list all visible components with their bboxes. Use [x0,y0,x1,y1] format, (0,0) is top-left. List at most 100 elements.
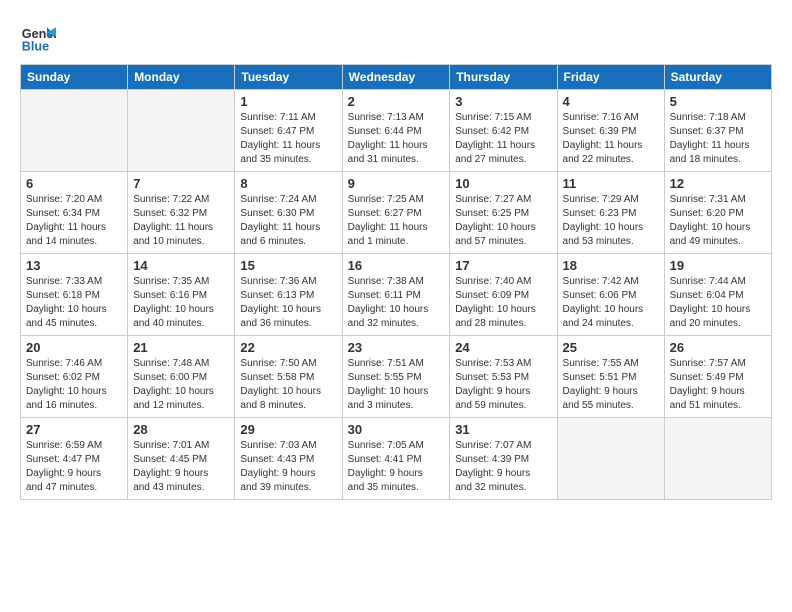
calendar-day: 2 Sunrise: 7:13 AMSunset: 6:44 PMDaylight… [342,90,450,172]
day-info: Sunrise: 7:53 AMSunset: 5:53 PMDaylight:… [455,357,551,413]
calendar-week-row: 1 Sunrise: 7:11 AMSunset: 6:47 PMDaylight… [21,90,772,172]
weekday-header: Saturday [664,65,771,90]
day-info: Sunrise: 7:35 AMSunset: 6:16 PMDaylight:… [133,275,229,331]
day-number: 30 [348,422,445,437]
day-number: 17 [455,258,551,273]
day-info: Sunrise: 7:38 AMSunset: 6:11 PMDaylight:… [348,275,445,331]
day-number: 3 [455,94,551,109]
calendar-day: 17 Sunrise: 7:40 AMSunset: 6:09 PMDayligh… [450,254,557,336]
day-number: 31 [455,422,551,437]
weekday-header: Sunday [21,65,128,90]
calendar-week-row: 13 Sunrise: 7:33 AMSunset: 6:18 PMDayligh… [21,254,772,336]
weekday-header-row: SundayMondayTuesdayWednesdayThursdayFrid… [21,65,772,90]
day-number: 27 [26,422,122,437]
day-number: 15 [240,258,336,273]
calendar-day: 8Sunrise: 7:24 AMSunset: 6:30 PMDaylight… [235,172,342,254]
day-info: Sunrise: 7:36 AMSunset: 6:13 PMDaylight:… [240,275,336,331]
calendar-day: 16 Sunrise: 7:38 AMSunset: 6:11 PMDayligh… [342,254,450,336]
logo-icon: General Blue [20,20,56,56]
calendar-day: 27 Sunrise: 6:59 AMSunset: 4:47 PMDayligh… [21,418,128,500]
calendar-day: 29Sunrise: 7:03 AMSunset: 4:43 PMDayligh… [235,418,342,500]
day-info: Sunrise: 7:44 AMSunset: 6:04 PMDaylight:… [670,275,766,331]
calendar-day: 9 Sunrise: 7:25 AMSunset: 6:27 PMDaylight… [342,172,450,254]
day-info: Sunrise: 7:18 AMSunset: 6:37 PMDaylight:… [670,111,766,167]
calendar-week-row: 27 Sunrise: 6:59 AMSunset: 4:47 PMDayligh… [21,418,772,500]
day-number: 12 [670,176,766,191]
day-number: 4 [563,94,659,109]
calendar-day [664,418,771,500]
day-info: Sunrise: 7:50 AMSunset: 5:58 PMDaylight:… [240,357,336,413]
day-number: 10 [455,176,551,191]
day-number: 26 [670,340,766,355]
weekday-header: Tuesday [235,65,342,90]
day-number: 21 [133,340,229,355]
day-info: Sunrise: 7:42 AMSunset: 6:06 PMDaylight:… [563,275,659,331]
weekday-header: Friday [557,65,664,90]
day-info: Sunrise: 7:55 AMSunset: 5:51 PMDaylight:… [563,357,659,413]
day-info: Sunrise: 7:48 AMSunset: 6:00 PMDaylight:… [133,357,229,413]
logo: General Blue [20,20,56,56]
day-info: Sunrise: 7:24 AMSunset: 6:30 PMDaylight:… [240,193,336,249]
calendar-day: 26 Sunrise: 7:57 AMSunset: 5:49 PMDayligh… [664,336,771,418]
calendar-day: 28 Sunrise: 7:01 AMSunset: 4:45 PMDayligh… [128,418,235,500]
page-header: General Blue [20,20,772,56]
day-number: 16 [348,258,445,273]
day-info: Sunrise: 7:57 AMSunset: 5:49 PMDaylight:… [670,357,766,413]
day-info: Sunrise: 7:15 AMSunset: 6:42 PMDaylight:… [455,111,551,167]
day-info: Sunrise: 7:40 AMSunset: 6:09 PMDaylight:… [455,275,551,331]
day-number: 6 [26,176,122,191]
calendar-day: 31 Sunrise: 7:07 AMSunset: 4:39 PMDayligh… [450,418,557,500]
day-number: 18 [563,258,659,273]
calendar-day: 3 Sunrise: 7:15 AMSunset: 6:42 PMDaylight… [450,90,557,172]
calendar-day: 14Sunrise: 7:35 AMSunset: 6:16 PMDayligh… [128,254,235,336]
day-number: 9 [348,176,445,191]
calendar-day [557,418,664,500]
day-info: Sunrise: 7:03 AMSunset: 4:43 PMDaylight:… [240,439,336,495]
day-info: Sunrise: 7:27 AMSunset: 6:25 PMDaylight:… [455,193,551,249]
calendar-day: 1 Sunrise: 7:11 AMSunset: 6:47 PMDaylight… [235,90,342,172]
day-info: Sunrise: 7:16 AMSunset: 6:39 PMDaylight:… [563,111,659,167]
day-info: Sunrise: 7:11 AMSunset: 6:47 PMDaylight:… [240,111,336,167]
day-info: Sunrise: 7:33 AMSunset: 6:18 PMDaylight:… [26,275,122,331]
calendar-day: 13 Sunrise: 7:33 AMSunset: 6:18 PMDayligh… [21,254,128,336]
svg-text:Blue: Blue [22,40,49,54]
day-number: 7 [133,176,229,191]
day-number: 28 [133,422,229,437]
day-number: 2 [348,94,445,109]
calendar-day [21,90,128,172]
calendar-day: 24 Sunrise: 7:53 AMSunset: 5:53 PMDayligh… [450,336,557,418]
calendar-day: 18 Sunrise: 7:42 AMSunset: 6:06 PMDayligh… [557,254,664,336]
calendar-day [128,90,235,172]
day-number: 5 [670,94,766,109]
day-number: 24 [455,340,551,355]
calendar-day: 7 Sunrise: 7:22 AMSunset: 6:32 PMDaylight… [128,172,235,254]
day-number: 20 [26,340,122,355]
calendar-week-row: 20 Sunrise: 7:46 AMSunset: 6:02 PMDayligh… [21,336,772,418]
calendar-table: SundayMondayTuesdayWednesdayThursdayFrid… [20,64,772,500]
day-info: Sunrise: 7:07 AMSunset: 4:39 PMDaylight:… [455,439,551,495]
day-info: Sunrise: 7:01 AMSunset: 4:45 PMDaylight:… [133,439,229,495]
weekday-header: Wednesday [342,65,450,90]
day-info: Sunrise: 7:22 AMSunset: 6:32 PMDaylight:… [133,193,229,249]
day-number: 19 [670,258,766,273]
day-info: Sunrise: 6:59 AMSunset: 4:47 PMDaylight:… [26,439,122,495]
day-number: 25 [563,340,659,355]
calendar-day: 4 Sunrise: 7:16 AMSunset: 6:39 PMDaylight… [557,90,664,172]
calendar-day: 11Sunrise: 7:29 AMSunset: 6:23 PMDayligh… [557,172,664,254]
calendar-week-row: 6Sunrise: 7:20 AMSunset: 6:34 PMDaylight… [21,172,772,254]
day-number: 1 [240,94,336,109]
calendar-day: 19 Sunrise: 7:44 AMSunset: 6:04 PMDayligh… [664,254,771,336]
calendar-day: 20 Sunrise: 7:46 AMSunset: 6:02 PMDayligh… [21,336,128,418]
calendar-day: 21 Sunrise: 7:48 AMSunset: 6:00 PMDayligh… [128,336,235,418]
calendar-day: 15 Sunrise: 7:36 AMSunset: 6:13 PMDayligh… [235,254,342,336]
calendar-day: 30Sunrise: 7:05 AMSunset: 4:41 PMDayligh… [342,418,450,500]
calendar-day: 10 Sunrise: 7:27 AMSunset: 6:25 PMDayligh… [450,172,557,254]
weekday-header: Monday [128,65,235,90]
calendar-day: 6Sunrise: 7:20 AMSunset: 6:34 PMDaylight… [21,172,128,254]
day-number: 13 [26,258,122,273]
day-info: Sunrise: 7:51 AMSunset: 5:55 PMDaylight:… [348,357,445,413]
day-info: Sunrise: 7:46 AMSunset: 6:02 PMDaylight:… [26,357,122,413]
day-info: Sunrise: 7:13 AMSunset: 6:44 PMDaylight:… [348,111,445,167]
day-number: 22 [240,340,336,355]
day-info: Sunrise: 7:25 AMSunset: 6:27 PMDaylight:… [348,193,445,249]
